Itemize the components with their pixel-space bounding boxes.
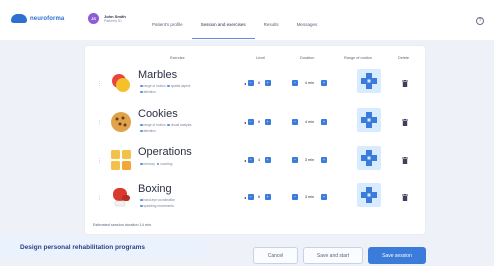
duration-increase-button[interactable]: + [321,80,327,86]
duration-decrease-button[interactable]: − [292,157,298,163]
level-value: 8 [257,195,261,199]
level-increase-button[interactable]: + [264,157,271,163]
level-decrease-button[interactable]: − [247,157,254,163]
exercise-tags: speeding movements [140,204,174,208]
delete-icon[interactable] [402,119,408,126]
operations-icon [111,150,131,170]
banner-text: Design personal rehabilitation programs [20,244,145,251]
tab-bar: Patient's profile Session and exercises … [143,10,326,39]
range-of-motion-button[interactable] [357,146,381,170]
tab-messages[interactable]: Messages [288,10,327,39]
level-increase-button[interactable]: + [264,119,271,125]
duration-value: 4 min [304,81,315,85]
save-and-start-button[interactable]: Save and start [303,247,363,264]
level-value: 4 [257,158,261,162]
exercise-name: Boxing [138,183,172,195]
exercise-tags: range of motion spatial aspect [140,84,190,88]
duration-stepper: − 3 min + [292,157,327,163]
column-header-level: Level [256,56,266,60]
tab-session-and-exercises[interactable]: Session and exercises [191,10,255,39]
level-decrease-button[interactable]: − [247,80,254,86]
exercise-tags: hand-eye coordination [140,198,175,202]
range-of-motion-button[interactable] [357,183,381,207]
marbles-icon [112,74,130,92]
duration-stepper: − 4 min + [292,119,327,125]
drag-handle-icon[interactable]: ⋮ [97,158,102,164]
tab-patient-profile[interactable]: Patient's profile [143,10,192,39]
range-of-motion-icon [361,187,377,203]
logo-text: neuroforma [30,15,65,22]
exercise-tags: range of motion visual analysis [140,123,192,127]
level-stepper: ◂ − 8 + [244,80,271,86]
exercise-name: Cookies [138,108,178,120]
level-decrease-button[interactable]: − [247,194,254,200]
app-logo[interactable]: neuroforma [11,14,64,23]
duration-decrease-button[interactable]: − [292,119,298,125]
help-icon[interactable]: ? [476,17,484,25]
cookie-icon [111,112,131,132]
duration-decrease-button[interactable]: − [292,194,298,200]
delete-icon[interactable] [402,80,408,87]
exercise-row-marbles: ⋮ Marbles range of motion spatial aspect… [85,66,425,102]
level-increase-button[interactable]: + [264,194,271,200]
duration-increase-button[interactable]: + [321,157,327,163]
exercise-tags: attention [140,129,156,133]
duration-increase-button[interactable]: + [321,119,327,125]
drag-handle-icon[interactable]: ⋮ [97,195,102,201]
boxing-glove-icon [113,188,130,207]
exercise-name: Operations [138,146,192,158]
brain-logo-icon [11,14,27,23]
duration-value: 3 min [304,195,315,199]
range-of-motion-button[interactable] [357,69,381,93]
range-of-motion-icon [361,73,377,89]
exercise-name: Marbles [138,69,178,81]
delete-icon[interactable] [402,157,408,164]
level-stepper: ◂ − 4 + [244,157,271,163]
column-header-exercise: Exercise [170,56,185,60]
estimated-duration: Estimated session duration 14 min. [93,223,153,227]
cancel-button[interactable]: Cancel [253,247,298,264]
level-stepper: ◂ − 8 + [244,119,271,125]
save-session-button[interactable]: Save session [368,247,426,264]
duration-decrease-button[interactable]: − [292,80,298,86]
level-value: 8 [257,81,261,85]
level-decrease-button[interactable]: − [247,119,254,125]
tab-results[interactable]: Results [255,10,288,39]
duration-stepper: − 4 min + [292,80,327,86]
duration-increase-button[interactable]: + [321,194,327,200]
drag-handle-icon[interactable]: ⋮ [97,120,102,126]
level-stepper: ◂ − 8 + [244,194,271,200]
column-header-delete: Delete [398,56,409,60]
drag-handle-icon[interactable]: ⋮ [97,81,102,87]
avatar: JS [88,13,99,24]
exercise-row-operations: ⋮ Operations memory counting ◂ − 4 + − 3… [85,143,425,179]
exercise-tags: memory counting [140,162,172,166]
range-of-motion-icon [361,150,377,166]
patient-id: Patients ID [104,18,122,23]
level-value: 8 [257,120,261,124]
delete-icon[interactable] [402,194,408,201]
exercise-row-cookies: ⋮ Cookies range of motion visual analysi… [85,105,425,141]
range-of-motion-icon [361,112,377,128]
column-header-duration: Duration [300,56,315,60]
column-header-range-of-motion: Range of motion [344,56,372,60]
patient-info[interactable]: JS John Smith Patients ID [88,13,126,24]
range-of-motion-button[interactable] [357,108,381,132]
duration-value: 3 min [304,158,315,162]
duration-value: 4 min [304,120,315,124]
exercise-tags: attention [140,90,156,94]
duration-stepper: − 3 min + [292,194,327,200]
exercise-row-boxing: ⋮ Boxing hand-eye coordination speeding … [85,180,425,216]
level-increase-button[interactable]: + [264,80,271,86]
